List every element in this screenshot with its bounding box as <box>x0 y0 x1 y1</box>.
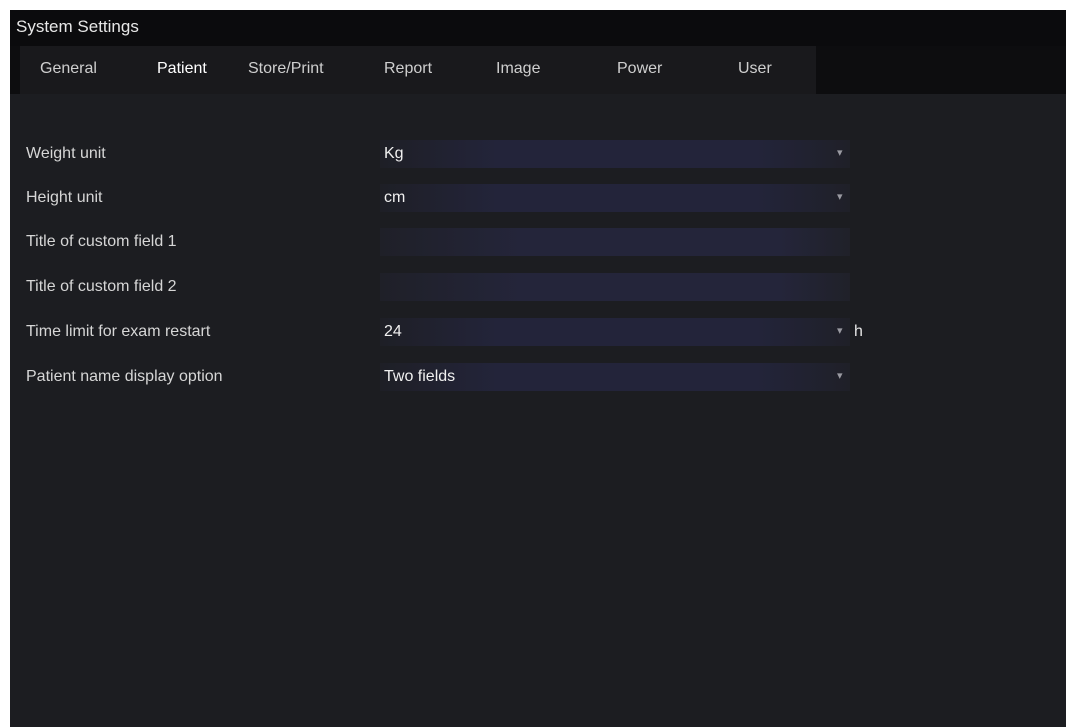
exam-restart-label: Time limit for exam restart <box>26 323 211 340</box>
custom-field-2-input[interactable] <box>380 273 850 301</box>
custom-field-1-input[interactable] <box>380 228 850 256</box>
exam-restart-select[interactable]: 24 <box>380 318 850 346</box>
chevron-down-icon[interactable]: ▾ <box>837 190 845 203</box>
weight-unit-select[interactable]: Kg <box>380 140 850 168</box>
custom-field-1-label: Title of custom field 1 <box>26 233 177 250</box>
patient-settings-panel: Weight unit Kg ▾ Height unit cm ▾ Title … <box>10 94 1066 727</box>
height-unit-value: cm <box>384 189 406 206</box>
tab-store-print[interactable]: Store/Print <box>248 60 324 84</box>
tab-patient[interactable]: Patient <box>157 60 207 84</box>
custom-field-2-label: Title of custom field 2 <box>26 278 177 295</box>
weight-unit-label: Weight unit <box>26 145 106 162</box>
tab-group: General Patient Store/Print Report Image… <box>20 46 816 94</box>
chevron-down-icon[interactable]: ▾ <box>837 369 845 382</box>
tab-report[interactable]: Report <box>384 60 432 84</box>
weight-unit-value: Kg <box>384 145 404 162</box>
system-settings-window: System Settings General Patient Store/Pr… <box>10 10 1066 727</box>
name-display-value: Two fields <box>384 368 456 385</box>
tab-power[interactable]: Power <box>617 60 662 84</box>
exam-restart-unit: h <box>854 323 863 340</box>
tab-user[interactable]: User <box>738 60 772 84</box>
height-unit-label: Height unit <box>26 189 103 206</box>
window-title: System Settings <box>10 10 1066 46</box>
tab-image[interactable]: Image <box>496 60 540 84</box>
chevron-down-icon[interactable]: ▾ <box>837 324 845 337</box>
height-unit-select[interactable]: cm <box>380 184 850 212</box>
tab-strip: General Patient Store/Print Report Image… <box>10 46 1066 94</box>
name-display-label: Patient name display option <box>26 368 223 385</box>
tab-general[interactable]: General <box>40 60 97 84</box>
name-display-select[interactable]: Two fields <box>380 363 850 391</box>
exam-restart-value: 24 <box>384 323 402 340</box>
chevron-down-icon[interactable]: ▾ <box>837 146 845 159</box>
